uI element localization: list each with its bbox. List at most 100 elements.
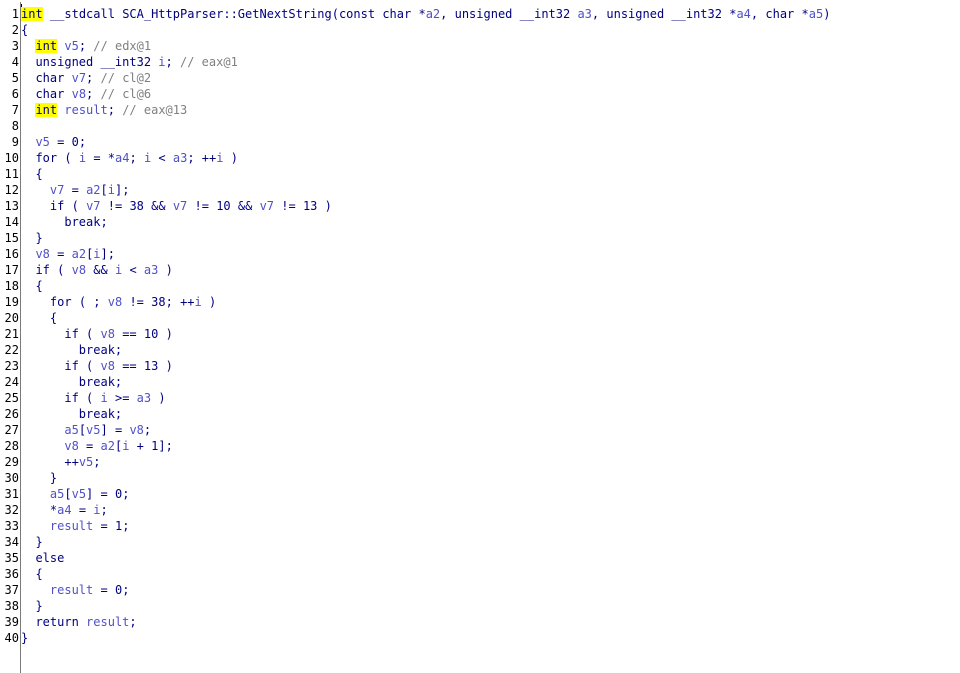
code-text[interactable]: } (21, 231, 42, 245)
code-line[interactable]: 26 break; (0, 406, 830, 422)
code-line[interactable]: 28 v8 = a2[i + 1]; (0, 438, 830, 454)
code-line[interactable]: 31 a5[v5] = 0; (0, 486, 830, 502)
line-number: 37 (4, 583, 19, 597)
code-text[interactable]: if ( v8 == 13 ) (21, 359, 172, 373)
code-line[interactable]: 11 { (0, 166, 830, 182)
code-listing[interactable]: 1 int __stdcall SCA_HttpParser::GetNextSt… (0, 6, 830, 646)
code-line[interactable]: 39 return result; (0, 614, 830, 630)
code-line[interactable]: 1 int __stdcall SCA_HttpParser::GetNextSt… (0, 6, 830, 22)
code-text[interactable]: break; (21, 343, 122, 357)
line-number: 23 (4, 359, 19, 373)
code-text[interactable]: for ( i = *a4; i < a3; ++i ) (21, 151, 238, 165)
code-line[interactable]: 17 if ( v8 && i < a3 ) (0, 262, 830, 278)
code-line[interactable]: 40} (0, 630, 830, 646)
line-number: 6 (11, 87, 19, 101)
code-line[interactable]: 23 if ( v8 == 13 ) (0, 358, 830, 374)
code-line[interactable]: 4 unsigned __int32 i; // eax@1 (0, 54, 830, 70)
code-text[interactable]: { (21, 167, 42, 181)
code-text[interactable]: break; (21, 375, 122, 389)
code-text[interactable]: char v7; // cl@2 (21, 71, 151, 85)
code-line[interactable]: 19 for ( ; v8 != 38; ++i ) (0, 294, 830, 310)
code-line[interactable]: 22 break; (0, 342, 830, 358)
line-number: 35 (4, 551, 19, 565)
code-text[interactable]: a5[v5] = 0; (21, 487, 130, 501)
code-line[interactable]: 12 v7 = a2[i]; (0, 182, 830, 198)
code-text[interactable]: if ( v8 == 10 ) (21, 327, 172, 341)
code-text[interactable]: return result; (21, 615, 136, 629)
code-text[interactable]: break; (21, 407, 122, 421)
code-line[interactable]: 2{ (0, 22, 830, 38)
code-text[interactable]: { (21, 279, 42, 293)
code-line[interactable]: 21 if ( v8 == 10 ) (0, 326, 830, 342)
code-text[interactable]: v7 = a2[i]; (21, 183, 130, 197)
code-line[interactable]: 36 { (0, 566, 830, 582)
code-text[interactable]: } (21, 535, 42, 549)
code-text[interactable]: } (21, 631, 28, 645)
line-number: 32 (4, 503, 19, 517)
code-text[interactable]: v5 = 0; (21, 135, 86, 149)
code-text[interactable]: unsigned __int32 i; // eax@1 (21, 55, 237, 69)
code-line[interactable]: 27 a5[v5] = v8; (0, 422, 830, 438)
code-line[interactable]: 30 } (0, 470, 830, 486)
code-line[interactable]: 34 } (0, 534, 830, 550)
line-number: 28 (4, 439, 19, 453)
line-number: 18 (4, 279, 19, 293)
code-line[interactable]: 9 v5 = 0; (0, 134, 830, 150)
code-line[interactable]: 18 { (0, 278, 830, 294)
line-number: 11 (4, 167, 19, 181)
code-line[interactable]: 5 char v7; // cl@2 (0, 70, 830, 86)
code-text[interactable]: } (21, 599, 42, 613)
code-text[interactable]: break; (21, 215, 107, 229)
code-text[interactable]: *a4 = i; (21, 503, 108, 517)
line-number: 20 (4, 311, 19, 325)
code-line[interactable]: 29 ++v5; (0, 454, 830, 470)
code-text[interactable]: } (21, 471, 57, 485)
code-line[interactable]: 20 { (0, 310, 830, 326)
line-number: 9 (11, 135, 19, 149)
code-text[interactable]: if ( v7 != 38 && v7 != 10 && v7 != 13 ) (21, 199, 332, 213)
line-number: 33 (4, 519, 19, 533)
line-number: 25 (4, 391, 19, 405)
line-number: 5 (11, 71, 19, 85)
code-text[interactable]: { (21, 23, 28, 37)
line-number: 17 (4, 263, 19, 277)
code-line[interactable]: 8 (0, 118, 830, 134)
code-line[interactable]: 37 result = 0; (0, 582, 830, 598)
code-text[interactable]: ++v5; (21, 455, 100, 469)
line-number: 40 (4, 631, 19, 645)
code-text[interactable]: { (21, 567, 42, 581)
code-text[interactable]: int result; // eax@13 (21, 103, 187, 117)
line-number: 15 (4, 231, 19, 245)
line-number: 19 (4, 295, 19, 309)
pseudocode-editor[interactable]: 1 int __stdcall SCA_HttpParser::GetNextSt… (0, 0, 960, 673)
line-number: 7 (11, 103, 19, 117)
code-line[interactable]: 10 for ( i = *a4; i < a3; ++i ) (0, 150, 830, 166)
code-line[interactable]: 16 v8 = a2[i]; (0, 246, 830, 262)
code-text[interactable]: a5[v5] = v8; (21, 423, 151, 437)
code-line[interactable]: 7 int result; // eax@13 (0, 102, 830, 118)
code-line[interactable]: 35 else (0, 550, 830, 566)
code-line[interactable]: 25 if ( i >= a3 ) (0, 390, 830, 406)
code-text[interactable]: else (21, 551, 64, 565)
code-line[interactable]: 3 int v5; // edx@1 (0, 38, 830, 54)
code-text[interactable]: v8 = a2[i]; (21, 247, 115, 261)
line-number: 16 (4, 247, 19, 261)
code-line[interactable]: 24 break; (0, 374, 830, 390)
code-line[interactable]: 33 result = 1; (0, 518, 830, 534)
code-text[interactable]: result = 0; (21, 583, 130, 597)
code-text[interactable]: for ( ; v8 != 38; ++i ) (21, 295, 216, 309)
code-line[interactable]: 38 } (0, 598, 830, 614)
code-text[interactable]: if ( v8 && i < a3 ) (21, 263, 172, 277)
code-text[interactable]: int v5; // edx@1 (21, 39, 151, 53)
code-text[interactable]: char v8; // cl@6 (21, 87, 151, 101)
code-line[interactable]: 13 if ( v7 != 38 && v7 != 10 && v7 != 13… (0, 198, 830, 214)
code-line[interactable]: 6 char v8; // cl@6 (0, 86, 830, 102)
code-line[interactable]: 15 } (0, 230, 830, 246)
code-text[interactable]: if ( i >= a3 ) (21, 391, 165, 405)
code-line[interactable]: 32 *a4 = i; (0, 502, 830, 518)
code-text[interactable]: int __stdcall SCA_HttpParser::GetNextStr… (21, 7, 830, 21)
code-line[interactable]: 14 break; (0, 214, 830, 230)
code-text[interactable]: v8 = a2[i + 1]; (21, 439, 172, 453)
code-text[interactable]: { (21, 311, 57, 325)
code-text[interactable]: result = 1; (21, 519, 130, 533)
